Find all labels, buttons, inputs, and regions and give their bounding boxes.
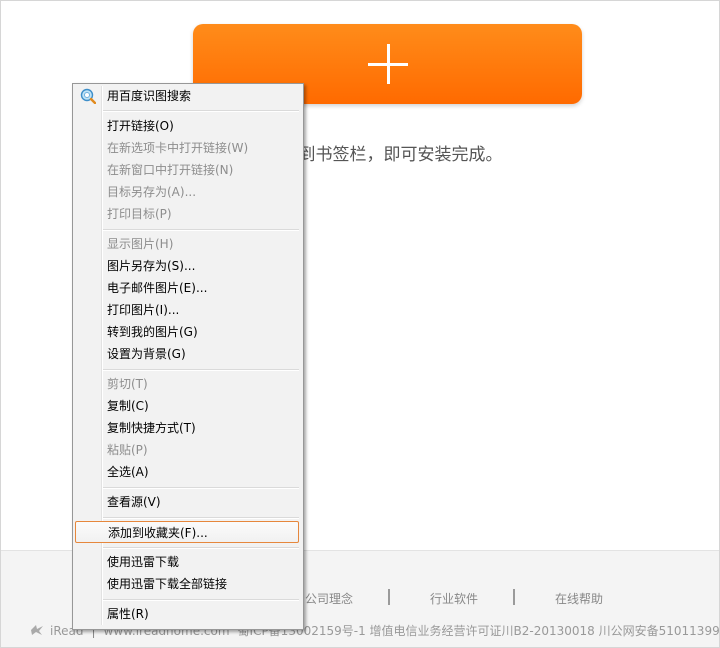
menu-separator (103, 487, 299, 489)
menu-item-copy-shortcut[interactable]: 复制快捷方式(T) (75, 417, 299, 439)
menu-item-label: 使用迅雷下载全部链接 (107, 577, 228, 591)
menu-item-label: 打印图片(I)... (107, 303, 180, 317)
menu-item-save-target-as[interactable]: 目标另存为(A)... (75, 181, 299, 203)
menu-item-select-all[interactable]: 全选(A) (75, 461, 299, 483)
menu-item-label: 打开链接(O) (107, 119, 174, 133)
menu-item-label: 复制快捷方式(T) (107, 421, 196, 435)
menu-item-label: 全选(A) (107, 465, 149, 479)
menu-item-label: 显示图片(H) (107, 237, 174, 251)
menu-item-show-picture[interactable]: 显示图片(H) (75, 233, 299, 255)
menu-item-save-picture-as[interactable]: 图片另存为(S)... (75, 255, 299, 277)
menu-separator (103, 369, 299, 371)
baidu-image-search-icon (80, 88, 96, 104)
menu-item-label: 粘贴(P) (107, 443, 148, 457)
footer-divider (513, 589, 515, 605)
menu-separator (103, 229, 299, 231)
footer-icp: 蜀ICP备13002159号-1 增值电信业务经营许可证川B2-20130018… (237, 624, 720, 638)
menu-item-add-to-favorites[interactable]: 添加到收藏夹(F)... (75, 521, 299, 543)
menu-item-email-picture[interactable]: 电子邮件图片(E)... (75, 277, 299, 299)
menu-item-label: 复制(C) (107, 399, 149, 413)
menu-item-download-with-thunder[interactable]: 使用迅雷下载 (75, 551, 299, 573)
menu-item-cut[interactable]: 剪切(T) (75, 373, 299, 395)
menu-item-label: 查看源(V) (107, 495, 161, 509)
footer-link-online-help[interactable]: 在线帮助 (555, 590, 603, 607)
menu-item-open-link[interactable]: 打开链接(O) (75, 115, 299, 137)
menu-separator (103, 547, 299, 549)
menu-item-label: 添加到收藏夹(F)... (108, 526, 208, 540)
menu-item-copy[interactable]: 复制(C) (75, 395, 299, 417)
menu-item-label: 在新窗口中打开链接(N) (107, 163, 234, 177)
menu-item-label: 在新选项卡中打开链接(W) (107, 141, 249, 155)
menu-item-set-as-background[interactable]: 设置为背景(G) (75, 343, 299, 365)
menu-item-go-to-my-pictures[interactable]: 转到我的图片(G) (75, 321, 299, 343)
plus-icon (367, 44, 408, 84)
iread-logo-icon (31, 625, 43, 635)
menu-item-label: 使用迅雷下载 (107, 555, 180, 569)
footer-link-philosophy[interactable]: 公司理念 (305, 590, 353, 607)
context-menu: 用百度识图搜索 打开链接(O) 在新选项卡中打开链接(W) 在新窗口中打开链接(… (72, 83, 304, 630)
menu-item-properties[interactable]: 属性(R) (75, 603, 299, 625)
menu-item-label: 电子邮件图片(E)... (107, 281, 208, 295)
menu-item-label: 图片另存为(S)... (107, 259, 196, 273)
menu-item-download-all-links-with-thunder[interactable]: 使用迅雷下载全部链接 (75, 573, 299, 595)
menu-separator (103, 599, 299, 601)
menu-separator (103, 517, 299, 519)
menu-separator (103, 110, 299, 112)
menu-item-label: 目标另存为(A)... (107, 185, 197, 199)
footer-link-industry-software[interactable]: 行业软件 (430, 590, 478, 607)
menu-item-label: 设置为背景(G) (107, 347, 186, 361)
menu-item-open-in-new-tab[interactable]: 在新选项卡中打开链接(W) (75, 137, 299, 159)
menu-item-label: 属性(R) (107, 607, 149, 621)
menu-item-label: 剪切(T) (107, 377, 148, 391)
menu-item-paste[interactable]: 粘贴(P) (75, 439, 299, 461)
menu-item-view-source[interactable]: 查看源(V) (75, 491, 299, 513)
menu-item-baidu-image-search[interactable]: 用百度识图搜索 (75, 85, 299, 107)
menu-item-print-target[interactable]: 打印目标(P) (75, 203, 299, 225)
footer-divider (388, 589, 390, 605)
menu-item-label: 打印目标(P) (107, 207, 172, 221)
menu-item-print-picture[interactable]: 打印图片(I)... (75, 299, 299, 321)
menu-item-label: 用百度识图搜索 (107, 89, 192, 103)
menu-item-open-in-new-window[interactable]: 在新窗口中打开链接(N) (75, 159, 299, 181)
menu-item-label: 转到我的图片(G) (107, 325, 198, 339)
